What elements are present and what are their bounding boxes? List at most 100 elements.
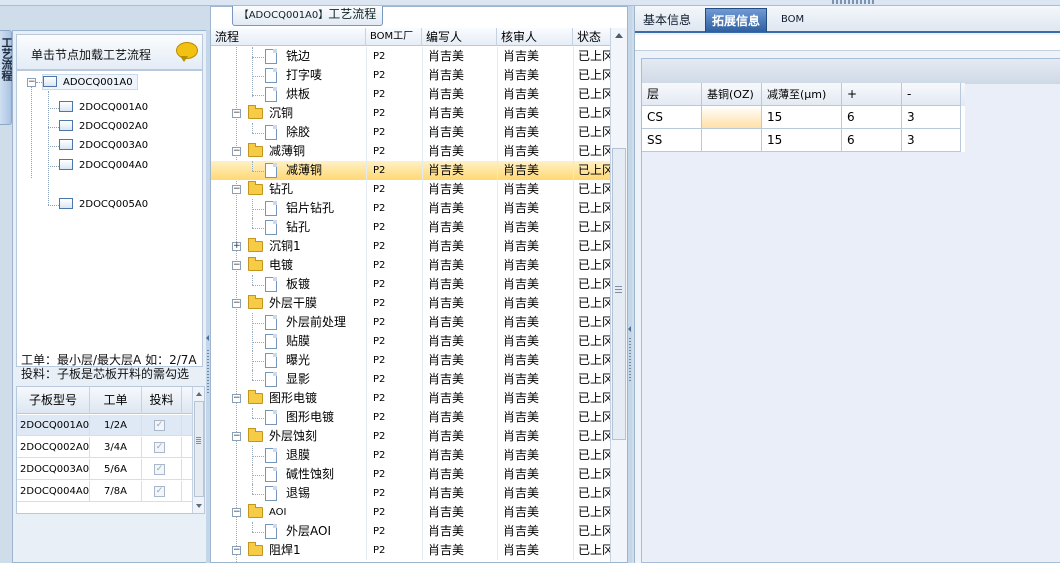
tree-node-root[interactable]: ADOCQ001A0	[42, 74, 138, 90]
process-grid-scrollbar[interactable]	[610, 28, 627, 562]
detail-toolbar-field[interactable]	[635, 35, 1060, 51]
table-row[interactable]: − 图形电镀 P2 肖吉美 肖吉美 已上冈	[211, 389, 611, 408]
table-row[interactable]: 退膜 P2 肖吉美 肖吉美 已上冈	[211, 446, 611, 465]
table-row[interactable]: SS 15 6 3	[642, 129, 965, 152]
scroll-up-icon[interactable]	[196, 392, 202, 396]
feed-checkbox[interactable]: ✓	[154, 464, 165, 475]
col-header-order[interactable]: 工单	[90, 387, 142, 414]
table-row[interactable]: 铣边 P2 肖吉美 肖吉美 已上冈	[211, 47, 611, 66]
process-flow-tab[interactable]: 【ADOCQ001A0】工艺流程	[232, 6, 383, 26]
table-row-selected[interactable]: 减薄铜 P2 肖吉美 肖吉美 已上冈	[211, 161, 611, 180]
scroll-up-icon[interactable]	[615, 33, 623, 38]
col-header-author[interactable]: 编写人	[422, 28, 497, 46]
cell-order[interactable]: 1/2A	[90, 415, 142, 436]
table-row[interactable]: − AOI P2 肖吉美 肖吉美 已上冈	[211, 503, 611, 522]
col-header-status[interactable]: 状态	[573, 28, 611, 46]
table-row[interactable]: 2DOCQ002A0 3/4A ✓	[17, 437, 192, 458]
table-row[interactable]: 铝片钻孔 P2 肖吉美 肖吉美 已上冈	[211, 199, 611, 218]
table-row[interactable]: − 钻孔 P2 肖吉美 肖吉美 已上冈	[211, 180, 611, 199]
collapse-icon[interactable]: −	[232, 109, 241, 118]
table-row[interactable]: 打字唛 P2 肖吉美 肖吉美 已上冈	[211, 66, 611, 85]
table-row[interactable]: − 电镀 P2 肖吉美 肖吉美 已上冈	[211, 256, 611, 275]
table-row[interactable]: 图形电镀 P2 肖吉美 肖吉美 已上冈	[211, 408, 611, 427]
table-row[interactable]: + 沉铜1 P2 肖吉美 肖吉美 已上冈	[211, 237, 611, 256]
table-row[interactable]: 烘板 P2 肖吉美 肖吉美 已上冈	[211, 85, 611, 104]
collapse-icon[interactable]: −	[232, 185, 241, 194]
table-row[interactable]: 板镀 P2 肖吉美 肖吉美 已上冈	[211, 275, 611, 294]
col-header-minus[interactable]: -	[902, 83, 961, 106]
feed-checkbox[interactable]: ✓	[154, 486, 165, 497]
cell-author: 肖吉美	[422, 180, 497, 199]
collapse-icon[interactable]: −	[232, 432, 241, 441]
cell-order[interactable]: 7/8A	[90, 481, 142, 502]
col-header-layer[interactable]: 层	[642, 83, 702, 106]
table-row[interactable]: 碱性蚀刻 P2 肖吉美 肖吉美 已上冈	[211, 465, 611, 484]
top-drag-grip[interactable]	[832, 0, 874, 4]
collapse-icon[interactable]: −	[232, 299, 241, 308]
collapse-icon[interactable]: −	[232, 508, 241, 517]
cell-plus[interactable]: 6	[842, 106, 902, 129]
cell-thin-to[interactable]: 15	[762, 106, 842, 129]
feed-checkbox[interactable]: ✓	[154, 420, 165, 431]
table-row[interactable]: 2DOCQ003A0 5/6A ✓	[17, 459, 192, 480]
table-row[interactable]: 曝光 P2 肖吉美 肖吉美 已上冈	[211, 351, 611, 370]
side-tab-process[interactable]: 工艺流程	[0, 30, 13, 125]
cell-base-copper[interactable]	[702, 106, 762, 129]
table-row[interactable]: 2DOCQ001A0 1/2A ✓	[17, 415, 192, 436]
col-header-plus[interactable]: +	[842, 83, 902, 106]
tab-bom[interactable]: BOM	[775, 8, 810, 32]
col-header-bom-factory[interactable]: BOM工厂	[366, 28, 422, 46]
col-header-reviewer[interactable]: 核审人	[497, 28, 573, 46]
expand-icon[interactable]: +	[232, 242, 241, 251]
collapse-icon[interactable]: −	[232, 261, 241, 270]
cell-plus[interactable]: 6	[842, 129, 902, 152]
tree-node-child[interactable]: 2DOCQ002A0	[59, 119, 148, 135]
table-row[interactable]: 贴膜 P2 肖吉美 肖吉美 已上冈	[211, 332, 611, 351]
table-row[interactable]: 钻孔 P2 肖吉美 肖吉美 已上冈	[211, 218, 611, 237]
tree-node-child[interactable]: 2DOCQ001A0	[59, 100, 148, 116]
collapse-icon[interactable]: −	[232, 394, 241, 403]
tab-extended-info[interactable]: 拓展信息	[705, 8, 768, 32]
col-header-flow[interactable]: 流程	[211, 28, 366, 46]
table-row[interactable]: − 沉铜 P2 肖吉美 肖吉美 已上冈	[211, 104, 611, 123]
table-row[interactable]: 外层AOI P2 肖吉美 肖吉美 已上冈	[211, 522, 611, 541]
collapse-left-icon[interactable]	[206, 335, 209, 341]
tab-basic-info[interactable]: 基本信息	[637, 8, 697, 32]
cell-bom: P2	[366, 370, 422, 389]
scroll-thumb[interactable]	[612, 148, 626, 440]
tree-node-child[interactable]: 2DOCQ004A0	[59, 158, 148, 174]
collapse-right-icon[interactable]	[628, 326, 631, 332]
collapse-icon[interactable]: −	[232, 546, 241, 555]
table-row[interactable]: 退锡 P2 肖吉美 肖吉美 已上冈	[211, 484, 611, 503]
collapse-icon[interactable]: −	[27, 78, 36, 87]
cell-thin-to[interactable]: 15	[762, 129, 842, 152]
col-header-thin-to[interactable]: 减薄至(μm)	[762, 83, 842, 106]
right-splitter[interactable]	[628, 6, 632, 563]
table-row[interactable]: − 阻焊1 P2 肖吉美 肖吉美 已上冈	[211, 541, 611, 560]
table-row[interactable]: − 外层干膜 P2 肖吉美 肖吉美 已上冈	[211, 294, 611, 313]
table-row[interactable]: 2DOCQ004A0 7/8A ✓	[17, 481, 192, 502]
cell-base-copper[interactable]	[702, 129, 762, 152]
table-row[interactable]: 显影 P2 肖吉美 肖吉美 已上冈	[211, 370, 611, 389]
cell-minus[interactable]: 3	[902, 129, 961, 152]
cell-reviewer: 肖吉美	[497, 66, 573, 85]
table-row[interactable]: − 减薄铜 P2 肖吉美 肖吉美 已上冈	[211, 142, 611, 161]
tree-node-child[interactable]: 2DOCQ003A0	[59, 138, 148, 154]
sub-grid-scrollbar[interactable]	[192, 387, 204, 513]
table-row[interactable]: CS 15 6 3	[642, 106, 965, 129]
flow-group-label: 外层干膜	[269, 296, 318, 310]
cell-minus[interactable]: 3	[902, 106, 961, 129]
feed-checkbox[interactable]: ✓	[154, 442, 165, 453]
col-header-model[interactable]: 子板型号	[17, 387, 90, 414]
table-row[interactable]: − 外层蚀刻 P2 肖吉美 肖吉美 已上冈	[211, 427, 611, 446]
cell-order[interactable]: 3/4A	[90, 437, 142, 458]
table-row[interactable]: 外层前处理 P2 肖吉美 肖吉美 已上冈	[211, 313, 611, 332]
collapse-icon[interactable]: −	[232, 147, 241, 156]
table-row[interactable]: 除胶 P2 肖吉美 肖吉美 已上冈	[211, 123, 611, 142]
col-header-feed[interactable]: 投料	[142, 387, 182, 414]
scroll-down-icon[interactable]	[196, 504, 202, 508]
tree-node-child[interactable]: 2DOCQ005A0	[59, 197, 148, 213]
scroll-thumb[interactable]	[194, 401, 204, 497]
cell-order[interactable]: 5/6A	[90, 459, 142, 480]
col-header-base-copper[interactable]: 基铜(OZ)	[702, 83, 762, 106]
